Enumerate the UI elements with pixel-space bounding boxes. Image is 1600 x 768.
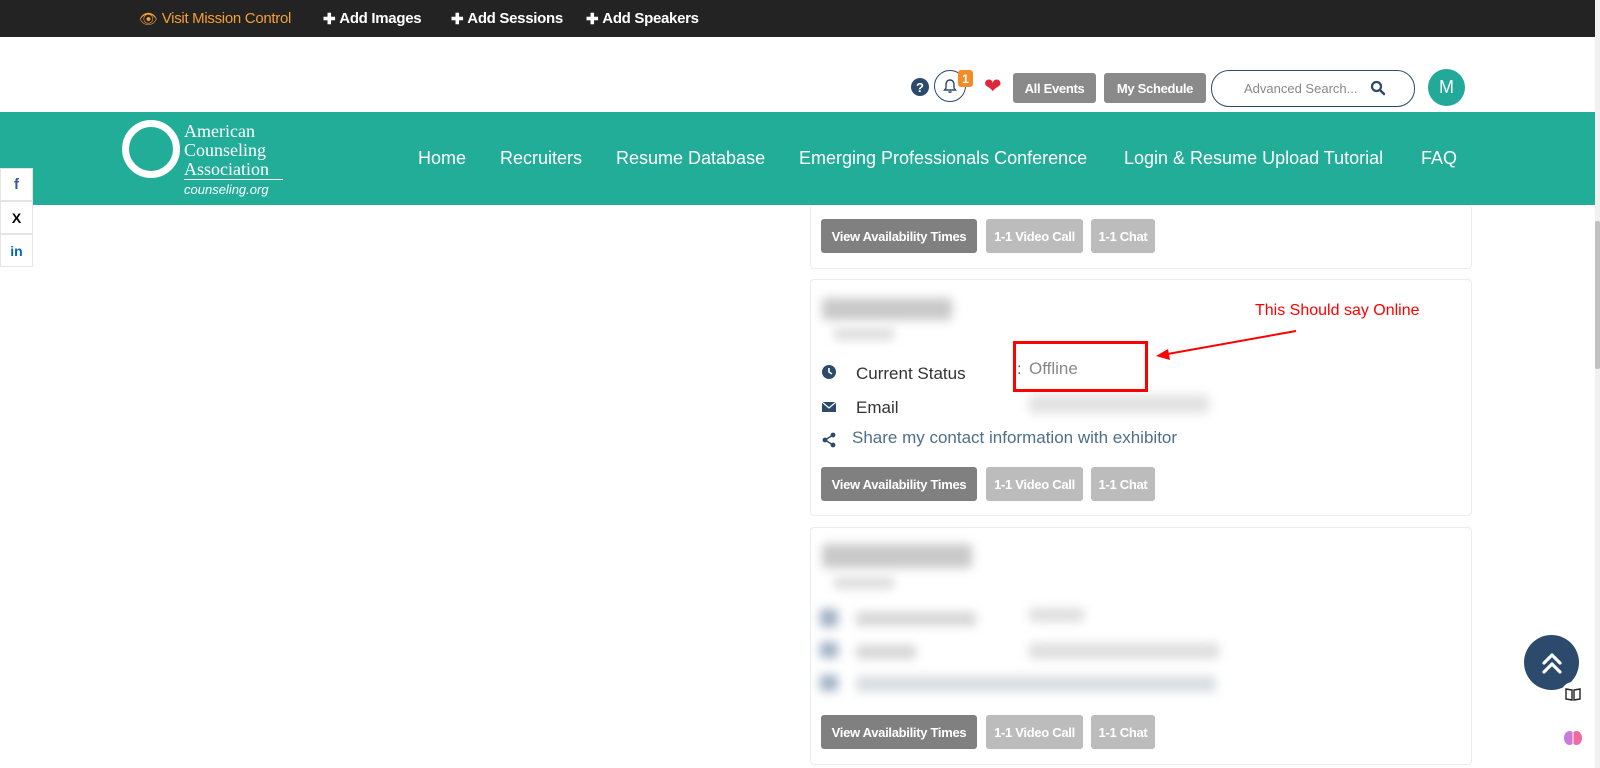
share-contact-link[interactable]: Share my contact information with exhibi… — [852, 428, 1177, 448]
video-call-button[interactable]: 1-1 Video Call — [986, 715, 1083, 749]
brain-icon[interactable] — [1561, 726, 1585, 750]
admin-bar: 👁 Visit Mission Control ✚ Add Images ✚ A… — [0, 0, 1600, 37]
eye-icon: 👁 — [139, 10, 158, 28]
add-speakers-label: Add Speakers — [602, 10, 699, 27]
bell-icon — [943, 79, 957, 93]
blurred-name — [822, 298, 952, 320]
nav-login-resume-tutorial[interactable]: Login & Resume Upload Tutorial — [1124, 148, 1383, 169]
double-chevron-up-icon — [1541, 652, 1562, 674]
blurred-title — [834, 328, 894, 340]
annotation-text: This Should say Online — [1255, 302, 1420, 319]
logo-line-3: Association — [184, 159, 269, 179]
nav-home[interactable]: Home — [418, 148, 466, 169]
logo-line-1: American — [184, 121, 255, 141]
chat-button[interactable]: 1-1 Chat — [1091, 219, 1155, 253]
linkedin-share-icon[interactable]: in — [0, 234, 33, 267]
chat-button[interactable]: 1-1 Chat — [1091, 467, 1155, 501]
plus-icon: ✚ — [323, 10, 336, 28]
envelope-icon — [821, 401, 837, 412]
nav-recruiters[interactable]: Recruiters — [500, 148, 582, 169]
add-sessions-label: Add Sessions — [467, 10, 563, 27]
current-status-label: Current Status — [856, 364, 966, 383]
avatar[interactable]: M — [1428, 69, 1465, 106]
heart-icon[interactable]: ❤ — [984, 76, 1002, 97]
logo-line-2: Counseling — [184, 140, 267, 160]
advanced-search[interactable] — [1211, 70, 1415, 107]
help-icon[interactable]: ? — [911, 78, 929, 96]
blurred-title — [834, 577, 894, 589]
chat-button[interactable]: 1-1 Chat — [1091, 715, 1155, 749]
page-scrollbar-thumb[interactable] — [1595, 221, 1600, 369]
annotation-highlight-box — [1013, 341, 1148, 392]
nav-emerging-professionals-conference[interactable]: Emerging Professionals Conference — [799, 148, 1087, 169]
blurred-name — [822, 544, 972, 568]
plus-icon: ✚ — [451, 10, 464, 28]
view-availability-button[interactable]: View Availability Times — [821, 467, 977, 501]
video-call-button[interactable]: 1-1 Video Call — [986, 219, 1083, 253]
visit-mission-control-link[interactable]: 👁 Visit Mission Control — [139, 0, 291, 37]
add-sessions-link[interactable]: ✚ Add Sessions — [451, 0, 563, 37]
visit-mission-control-label: Visit Mission Control — [161, 10, 292, 27]
my-schedule-button[interactable]: My Schedule — [1104, 73, 1206, 103]
search-input[interactable] — [1244, 81, 1364, 96]
plus-icon: ✚ — [586, 10, 599, 28]
page-scrollbar-track[interactable] — [1595, 0, 1600, 768]
blurred-email — [1029, 395, 1209, 413]
search-icon[interactable] — [1370, 80, 1386, 96]
add-images-link[interactable]: ✚ Add Images — [323, 0, 422, 37]
add-speakers-link[interactable]: ✚ Add Speakers — [586, 0, 699, 37]
logo-url: counseling.org — [184, 182, 269, 197]
view-availability-button[interactable]: View Availability Times — [821, 715, 977, 749]
facebook-share-icon[interactable]: f — [0, 168, 33, 201]
all-events-button[interactable]: All Events — [1013, 73, 1096, 103]
notification-badge: 1 — [958, 70, 973, 87]
video-call-button[interactable]: 1-1 Video Call — [986, 467, 1083, 501]
aca-logo[interactable]: American Counseling Association counseli… — [122, 120, 287, 200]
book-icon[interactable] — [1561, 682, 1585, 706]
email-label: Email — [856, 398, 899, 417]
clock-icon — [822, 365, 836, 379]
view-availability-button[interactable]: View Availability Times — [821, 219, 977, 253]
x-share-icon[interactable]: X — [0, 201, 33, 234]
add-images-label: Add Images — [339, 10, 422, 27]
nav-faq[interactable]: FAQ — [1421, 148, 1457, 169]
nav-resume-database[interactable]: Resume Database — [616, 148, 765, 169]
share-icon — [822, 432, 836, 448]
